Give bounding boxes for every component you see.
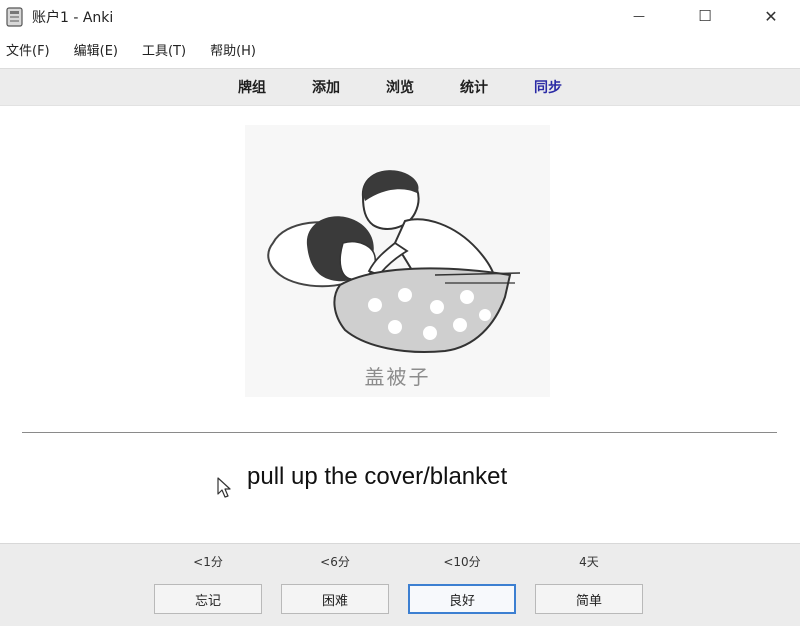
interval-label: <10分 — [443, 555, 481, 569]
menu-tools[interactable]: 工具(T) — [136, 40, 192, 64]
maximize-button[interactable]: ☐ — [682, 0, 728, 32]
interval-label: 4天 — [579, 555, 599, 569]
toolbar-sync-link[interactable]: 同步 — [511, 77, 585, 97]
toolbar-stats-link[interactable]: 统计 — [437, 77, 511, 97]
card-image: 盖被子 — [245, 125, 550, 397]
answer-bar: <1分 忘记 <6分 困难 <10分 良好 4天 简单 — [0, 543, 800, 626]
close-icon: ✕ — [764, 6, 778, 26]
main-toolbar: 牌组 添加 浏览 统计 同步 — [0, 68, 800, 106]
minimize-icon: — — [633, 9, 645, 23]
easy-button[interactable]: 简单 — [535, 584, 643, 614]
anki-app-icon — [6, 7, 23, 27]
toolbar-browse-link[interactable]: 浏览 — [363, 77, 437, 97]
question-answer-divider — [22, 432, 777, 433]
toolbar-add-link[interactable]: 添加 — [289, 77, 363, 97]
good-button[interactable]: 良好 — [408, 584, 516, 614]
again-button[interactable]: 忘记 — [154, 584, 262, 614]
menu-bar: 文件(F) 编辑(E) 工具(T) 帮助(H) — [0, 38, 800, 66]
illustration-icon — [267, 170, 521, 354]
interval-label: <6分 — [320, 555, 350, 569]
answer-text: pull up the cover/blanket — [247, 463, 508, 490]
hard-button[interactable]: 困难 — [281, 584, 389, 614]
image-caption: 盖被子 — [364, 365, 431, 389]
menu-edit[interactable]: 编辑(E) — [68, 40, 124, 64]
title-bar: 账户1 - Anki — ☐ ✕ — [0, 0, 800, 34]
toolbar-decks-link[interactable]: 牌组 — [215, 77, 289, 97]
maximize-icon: ☐ — [698, 7, 712, 25]
ease-again-group: <1分 忘记 — [154, 552, 262, 614]
ease-easy-group: 4天 简单 — [535, 552, 643, 614]
interval-label: <1分 — [193, 555, 223, 569]
minimize-button[interactable]: — — [616, 0, 662, 32]
ease-hard-group: <6分 困难 — [281, 552, 389, 614]
menu-file[interactable]: 文件(F) — [0, 40, 56, 64]
close-button[interactable]: ✕ — [748, 0, 794, 32]
menu-help[interactable]: 帮助(H) — [204, 40, 262, 64]
window-title: 账户1 - Anki — [32, 10, 114, 26]
card-review-area: 盖被子 pull up the cover/blanket — [0, 107, 800, 542]
mouse-pointer-icon — [217, 477, 231, 498]
ease-good-group: <10分 良好 — [408, 552, 516, 614]
